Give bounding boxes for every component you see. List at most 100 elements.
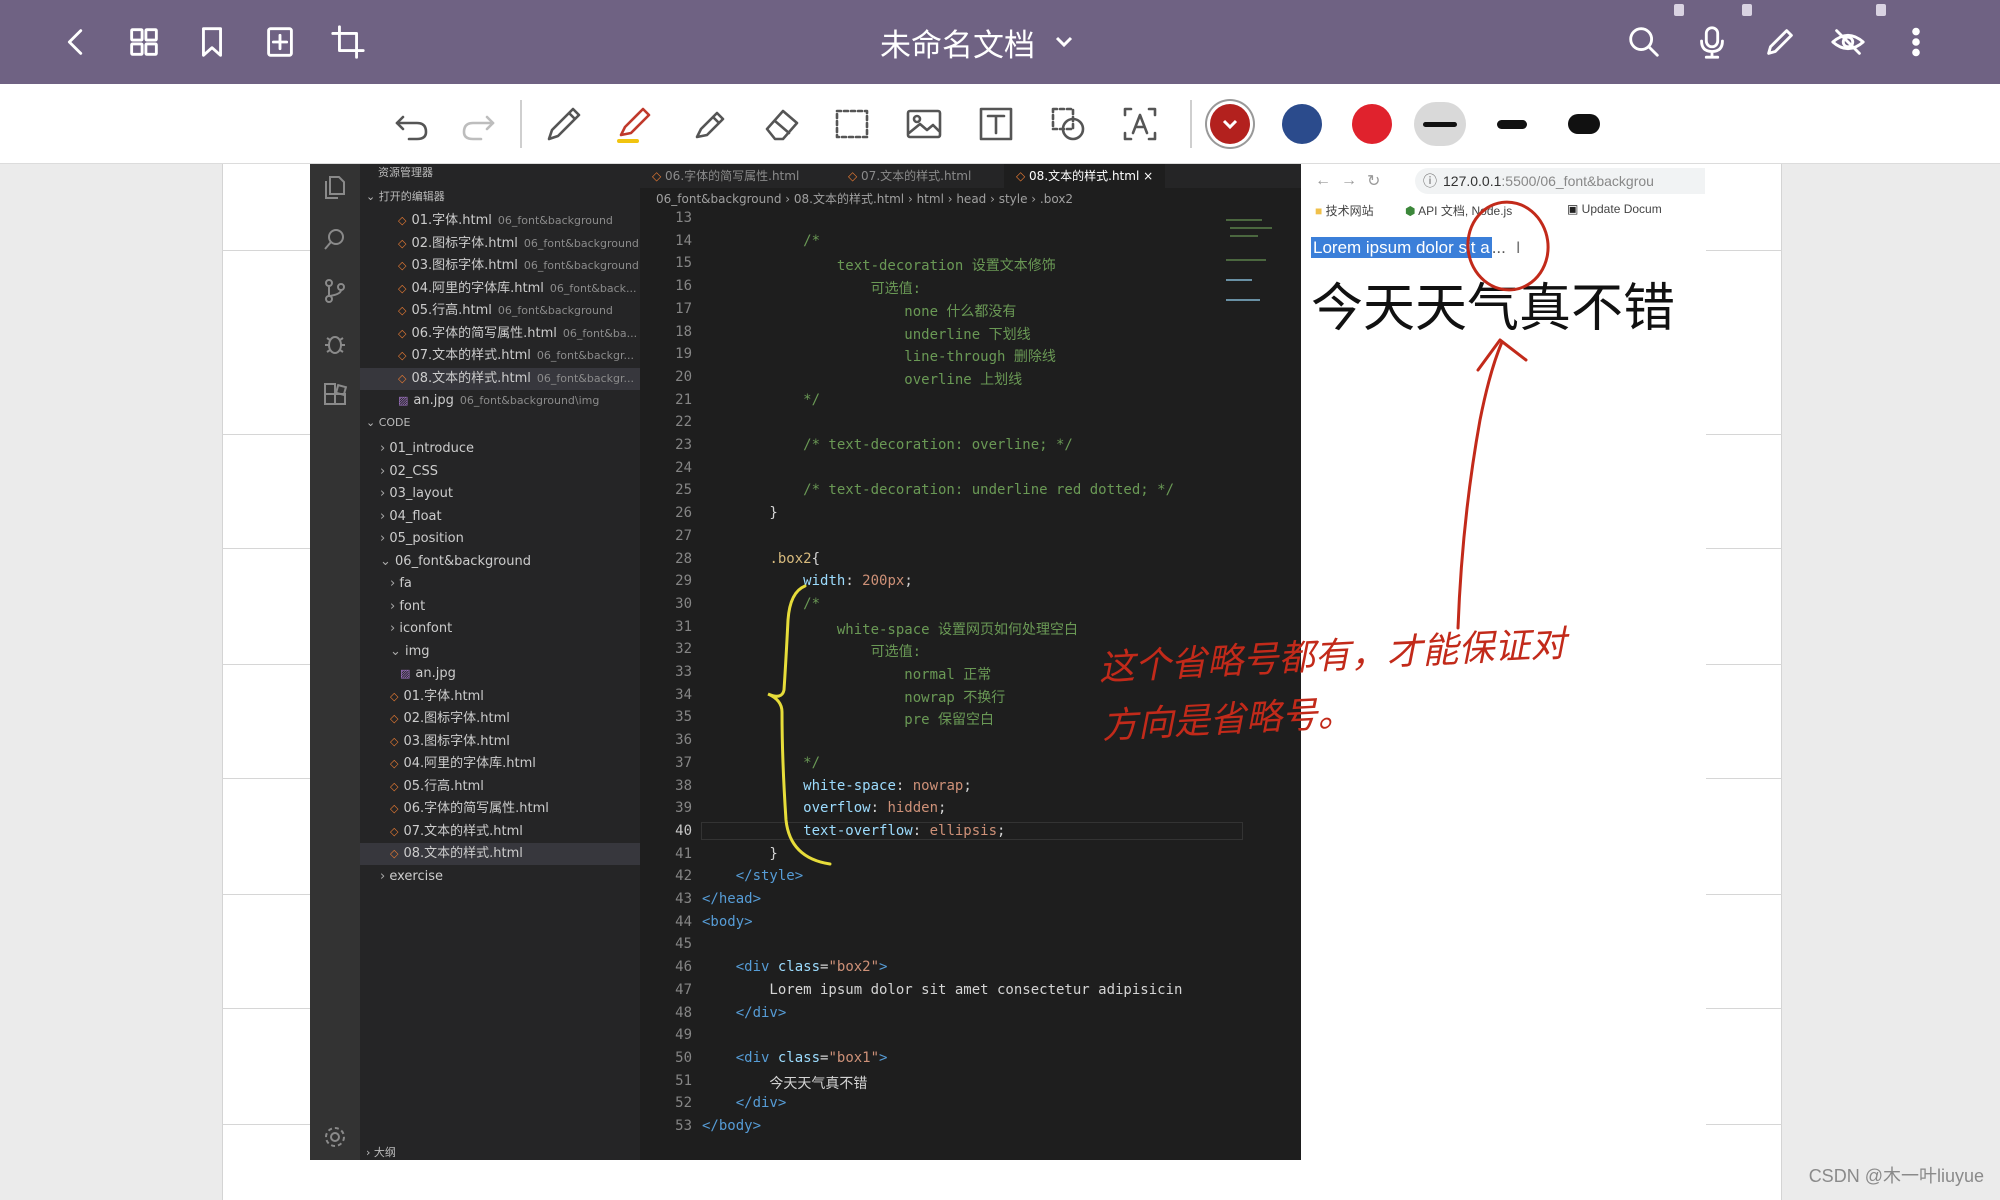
ruled-line	[222, 1124, 310, 1125]
tree-item[interactable]: ◇ 02.图标字体.html	[360, 708, 640, 730]
open-editor-item[interactable]: ◇ 04.阿里的字体库.html 06_font&back...	[360, 278, 640, 300]
code-line: pre 保留空白	[702, 712, 995, 729]
line-number: 39	[675, 800, 692, 817]
text-recognize-icon[interactable]	[1114, 98, 1166, 150]
stroke-size-medium[interactable]	[1414, 102, 1466, 146]
tree-item[interactable]: › fa	[360, 573, 640, 595]
open-editor-item[interactable]: ▨ an.jpg 06_font&background\img	[360, 390, 640, 412]
tree-item[interactable]: › 02_CSS	[360, 461, 640, 483]
marker-icon[interactable]	[684, 98, 736, 150]
tree-item[interactable]: ◇ 04.阿里的字体库.html	[360, 753, 640, 775]
more-menu-icon[interactable]	[1888, 14, 1944, 70]
html-file-icon: ◇	[398, 326, 407, 340]
pen-icon[interactable]	[538, 98, 590, 150]
back-icon[interactable]	[48, 14, 104, 70]
reload-icon[interactable]: ↻	[1367, 171, 1380, 191]
open-editor-item[interactable]: ◇ 05.行高.html 06_font&background	[360, 300, 640, 322]
tree-item[interactable]: ◇ 06.字体的简写属性.html	[360, 798, 640, 820]
tree-item[interactable]: ⌄ img	[360, 641, 640, 663]
file-path: 06_font&background	[497, 304, 613, 317]
toolbar-divider	[1190, 100, 1192, 148]
code-line: normal 正常	[702, 667, 992, 683]
back-arrow-icon[interactable]: ←	[1315, 172, 1331, 190]
tree-item[interactable]: › exercise	[360, 866, 640, 888]
code-line: nowrap 不换行	[702, 689, 1006, 706]
code-line: /*	[702, 232, 821, 249]
tree-item[interactable]: › font	[360, 596, 640, 618]
code-line: text-overflow: ellipsis;	[701, 821, 1243, 840]
tree-item[interactable]: › 03_layout	[360, 483, 640, 505]
grid-view-icon[interactable]	[116, 14, 172, 70]
color-swatch-dark-red[interactable]	[1210, 104, 1250, 144]
color-swatch-navy[interactable]	[1282, 104, 1322, 144]
microphone-icon[interactable]	[1684, 14, 1740, 70]
bookmark-item[interactable]: ⬢ API 文档, Node.js	[1405, 202, 1512, 219]
file-path: 06_font&background	[523, 259, 639, 272]
tree-item[interactable]: ◇ 03.图标字体.html	[360, 731, 640, 753]
open-editor-item[interactable]: ◇ 03.图标字体.html 06_font&background	[360, 255, 640, 277]
ruled-line	[222, 434, 310, 435]
address-bar[interactable]: ⓘ 127.0.0.1:5500/06_font&backgrou	[1415, 168, 1705, 194]
bookmark-icon[interactable]	[184, 14, 240, 70]
bookmark-item[interactable]: ■ 技术网站	[1315, 202, 1374, 219]
tab-file[interactable]: ◇ 06.字体的简写属性.html	[640, 164, 811, 188]
code-line: <body>	[702, 913, 753, 930]
tree-item[interactable]: › 01_introduce	[360, 438, 640, 460]
shape-icon[interactable]	[1042, 98, 1094, 150]
pencil-icon[interactable]	[1752, 14, 1808, 70]
file-path: 06_font&background	[523, 236, 639, 250]
open-editor-item[interactable]: ◇ 02.图标字体.html 06_font&background	[360, 233, 640, 255]
code-line: overline 上划线	[702, 371, 1023, 388]
redo-icon[interactable]	[452, 98, 504, 150]
line-number: 25	[675, 482, 692, 499]
open-editor-item[interactable]: ◇ 01.字体.html 06_font&background	[360, 210, 640, 232]
code-line: white-space 设置网页如何处理空白	[702, 621, 1079, 638]
tab-file-active[interactable]: ◇ 08.文本的样式.html ×	[1004, 164, 1166, 188]
tree-item[interactable]: ▨ an.jpg	[360, 663, 640, 685]
search-icon[interactable]	[1616, 14, 1672, 70]
crop-icon[interactable]	[320, 14, 376, 70]
tree-item-label: 05_position	[389, 531, 464, 546]
eraser-icon[interactable]	[756, 98, 808, 150]
html-file-icon: ◇	[398, 259, 407, 272]
open-editor-item[interactable]: ◇ 08.文本的样式.html 06_font&backgr...	[360, 367, 640, 390]
html-file-icon: ◇	[390, 779, 399, 793]
lasso-select-icon[interactable]	[826, 98, 878, 150]
open-editor-item[interactable]: ◇ 07.文本的样式.html 06_font&backgr...	[360, 345, 640, 367]
undo-icon[interactable]	[386, 98, 438, 150]
outline-header: › 大纲	[366, 1146, 396, 1159]
document-title[interactable]: 未命名文档	[880, 18, 1077, 66]
line-number: 46	[675, 959, 692, 976]
tree-item[interactable]: ⌄ 06_font&background	[360, 551, 640, 573]
close-tab-icon[interactable]: ×	[1143, 169, 1153, 183]
tree-item[interactable]: ◇ 07.文本的样式.html	[360, 821, 640, 843]
forward-arrow-icon[interactable]: →	[1341, 172, 1357, 190]
color-swatch-red[interactable]	[1352, 104, 1392, 144]
text-box-icon[interactable]	[970, 98, 1022, 150]
add-page-icon[interactable]	[252, 14, 308, 70]
code-line: /* text-decoration: underline red dotted…	[702, 482, 1175, 499]
tree-item[interactable]: ◇ 05.行高.html	[360, 776, 640, 798]
html-file-icon: ◇	[390, 734, 399, 748]
stroke-size-thick[interactable]	[1486, 102, 1538, 146]
tree-item[interactable]: › iconfont	[360, 618, 640, 640]
tree-item[interactable]: ◇ 08.文本的样式.html	[360, 843, 640, 865]
highlighter-icon[interactable]	[610, 98, 662, 150]
ruled-line	[222, 894, 310, 895]
tree-item[interactable]: ◇ 01.字体.html	[360, 686, 640, 708]
line-number: 47	[675, 981, 692, 998]
tab-file[interactable]: ◇ 07.文本的样式.html	[836, 164, 983, 188]
hide-eye-icon[interactable]	[1820, 14, 1876, 70]
file-name: 02.图标字体.html	[411, 235, 518, 251]
bookmark-item[interactable]: ▣ Update Docum	[1567, 202, 1662, 216]
tree-item[interactable]: › 04_float	[360, 506, 640, 528]
line-number: 40	[675, 822, 692, 839]
outline-label: 大纲	[373, 1146, 396, 1159]
box2-text: Lorem ipsum dolor sit a... I	[1311, 237, 1521, 258]
open-editor-item[interactable]: ◇ 06.字体的简写属性.html 06_font&ba...	[360, 323, 640, 345]
html-file-icon: ◇	[390, 824, 399, 838]
tree-item-label: 07.文本的样式.html	[403, 823, 523, 839]
tree-item[interactable]: › 05_position	[360, 528, 640, 550]
stroke-size-extra-thick[interactable]	[1558, 102, 1610, 146]
image-icon[interactable]	[898, 98, 950, 150]
